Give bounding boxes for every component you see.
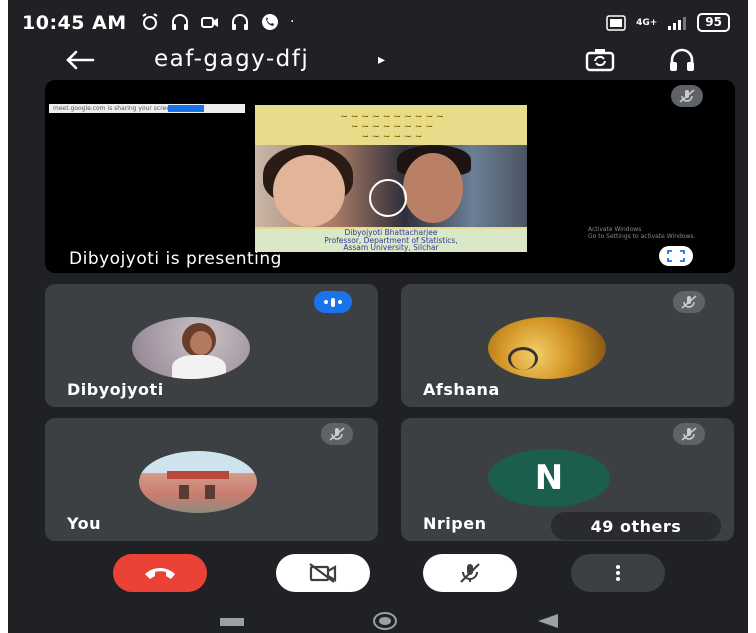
more-vertical-icon	[616, 565, 620, 581]
headset-icon	[172, 14, 188, 30]
activate-windows-watermark: Activate Windows Go to Settings to activ…	[588, 226, 696, 240]
status-bar: 10:45 AM · 4G+ 95	[8, 0, 748, 40]
switch-camera-button[interactable]	[580, 44, 620, 76]
video-notification-icon	[201, 17, 218, 28]
avatar	[132, 317, 250, 379]
headphones-icon	[670, 48, 694, 71]
slide-text-line: Assam University, Silchar	[343, 243, 439, 252]
phone-hangup-icon	[145, 568, 175, 579]
mic-muted-badge	[673, 291, 705, 313]
mic-off-icon	[460, 563, 480, 583]
stop-sharing-button	[168, 105, 204, 112]
network-type: 4G+	[636, 17, 658, 28]
others-count-button[interactable]: 49 others	[551, 512, 721, 540]
slide-photo	[255, 145, 527, 227]
status-right: 4G+ 95	[606, 13, 730, 32]
mic-off-icon	[681, 295, 697, 309]
android-nav-bar	[8, 602, 748, 633]
status-time: 10:45 AM	[22, 12, 127, 34]
meeting-code[interactable]: eaf-gagy-dfj	[154, 46, 309, 72]
avatar-initial: N	[488, 449, 610, 507]
back-button[interactable]	[60, 44, 100, 76]
participant-name: Dibyojyoti	[67, 380, 164, 399]
headphones-notification-icon	[232, 14, 248, 30]
call-notification-icon	[262, 14, 278, 30]
self-tile[interactable]: You	[45, 418, 378, 541]
battery-level: 95	[705, 15, 722, 29]
camera-toggle-button[interactable]	[276, 554, 370, 592]
mic-off-icon	[329, 427, 345, 441]
participant-tile[interactable]: Dibyojyoti	[45, 284, 378, 407]
mic-muted-badge	[673, 423, 705, 445]
fullscreen-icon	[667, 250, 685, 262]
mic-muted-badge	[321, 423, 353, 445]
avatar	[139, 451, 257, 513]
participant-tile[interactable]: Afshana	[401, 284, 734, 407]
presenting-label: Dibyojyoti is presenting	[69, 249, 282, 269]
mic-off-icon	[681, 427, 697, 441]
home-button[interactable]	[373, 612, 397, 630]
university-seal-icon	[369, 179, 407, 217]
presentation-tile[interactable]: meet.google.com is sharing your screen. …	[45, 80, 735, 273]
recents-button[interactable]	[220, 618, 244, 626]
meeting-header: eaf-gagy-dfj ▸	[8, 40, 748, 80]
end-call-button[interactable]	[113, 554, 207, 592]
camera-off-icon	[309, 563, 337, 583]
mic-toggle-button[interactable]	[423, 554, 517, 592]
avatar	[488, 317, 606, 379]
volte-icon	[606, 14, 626, 31]
slide-author-text: Dibyojyoti Bhattacharjee Professor, Depa…	[255, 229, 527, 252]
meeting-details-arrow-icon[interactable]: ▸	[378, 52, 385, 68]
more-options-button[interactable]	[571, 554, 665, 592]
battery-icon: 95	[697, 13, 730, 32]
meet-screen: 10:45 AM · 4G+ 95 eaf-gagy-dfj ▸ meet.go…	[8, 0, 748, 633]
screen-share-bar: meet.google.com is sharing your screen.	[49, 104, 245, 113]
camera-switch-icon	[585, 49, 615, 72]
participant-name: Afshana	[423, 380, 500, 399]
participant-name: Nripen	[423, 514, 487, 533]
alarm-icon	[142, 13, 158, 30]
mic-off-icon	[679, 89, 695, 103]
presentation-mic-muted-badge	[671, 85, 703, 107]
shared-slide: ~ ~ ~ ~ ~ ~ ~ ~ ~ ~ ~ ~ ~ ~ ~ ~ ~ ~ ~ ~ ~ …	[255, 105, 527, 252]
arrow-left-icon	[66, 50, 95, 70]
speaking-indicator	[314, 291, 352, 313]
audio-output-button[interactable]	[662, 44, 702, 76]
fullscreen-button[interactable]	[659, 246, 693, 266]
more-notifications-icon: ·	[290, 14, 295, 30]
notification-icons: ·	[140, 12, 294, 32]
back-nav-button[interactable]	[538, 614, 558, 628]
participant-tile[interactable]: N Nripen 49 others	[401, 418, 734, 541]
signal-icon	[668, 16, 687, 30]
participant-name: You	[67, 514, 101, 533]
